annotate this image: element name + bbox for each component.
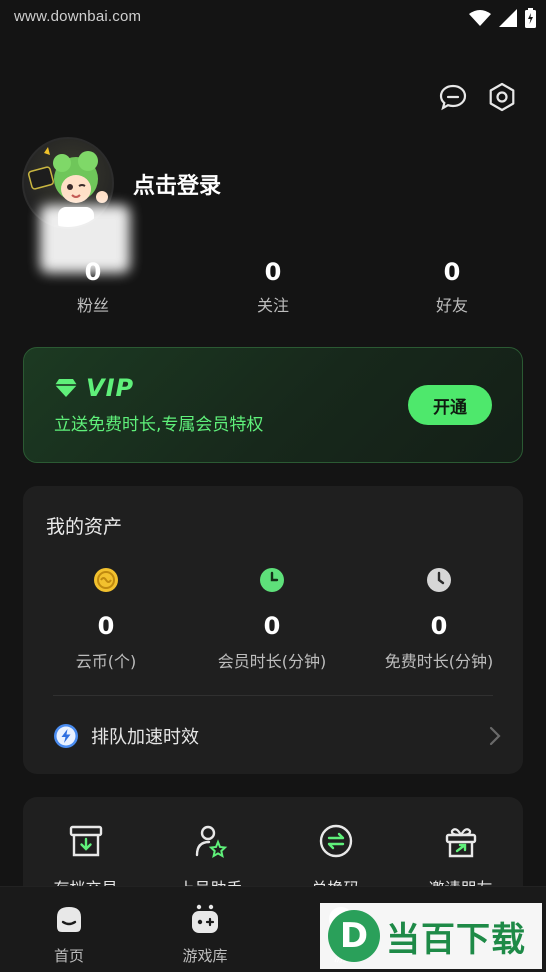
archive-trade-icon bbox=[69, 825, 102, 857]
watermark-url: www.downbai.com bbox=[14, 8, 142, 25]
asset-coins[interactable]: 0 云币(个) bbox=[23, 566, 189, 672]
nav-label: 首页 bbox=[53, 947, 84, 965]
settings-button[interactable] bbox=[485, 80, 519, 114]
stat-label: 关注 bbox=[256, 296, 289, 315]
stat-friends[interactable]: 0 好友 bbox=[392, 258, 512, 316]
chat-icon bbox=[439, 84, 467, 111]
gamepad-icon bbox=[192, 904, 218, 933]
queue-boost-label: 排队加速时效 bbox=[91, 727, 199, 748]
chevron-right-icon bbox=[489, 726, 501, 746]
clock-icon bbox=[260, 568, 284, 592]
nav-game-library[interactable]: 游戏库 bbox=[150, 903, 260, 966]
nav-label: 游戏库 bbox=[182, 947, 228, 965]
lightning-icon bbox=[54, 724, 78, 748]
assets-card: 我的资产 0 云币(个) 0 会员时长(分钟) 0 免费时长(分钟) 排队加速时… bbox=[23, 486, 523, 774]
battery-icon bbox=[525, 8, 536, 28]
login-prompt[interactable]: 点击登录 bbox=[133, 168, 221, 200]
status-bar: www.downbai.com bbox=[0, 0, 546, 36]
chat-button[interactable] bbox=[436, 80, 470, 114]
wifi-icon bbox=[469, 10, 491, 26]
asset-free-time[interactable]: 0 免费时长(分钟) bbox=[356, 566, 522, 672]
stat-fans[interactable]: 0 粉丝 bbox=[33, 258, 153, 316]
nav-home[interactable]: 首页 bbox=[14, 903, 124, 966]
settings-icon bbox=[489, 82, 515, 112]
stat-value: 0 bbox=[84, 258, 102, 286]
diamond-icon bbox=[55, 379, 77, 397]
stat-value: 0 bbox=[264, 258, 282, 286]
redeem-code-icon bbox=[319, 824, 352, 858]
asset-value: 0 bbox=[97, 612, 115, 640]
coin-icon bbox=[94, 568, 118, 592]
vip-title-text: VIP bbox=[86, 374, 135, 402]
home-icon bbox=[57, 907, 81, 932]
invite-gift-icon bbox=[445, 828, 476, 858]
queue-boost-row[interactable]: 排队加速时效 bbox=[53, 718, 501, 754]
status-icons bbox=[469, 8, 536, 28]
assets-title: 我的资产 bbox=[46, 516, 123, 538]
stat-following[interactable]: 0 关注 bbox=[213, 258, 333, 316]
vip-open-button[interactable]: 开通 bbox=[408, 385, 492, 425]
asset-value: 0 bbox=[263, 612, 281, 640]
vip-card[interactable]: VIP 立送免费时长,专属会员特权 开通 bbox=[23, 347, 523, 463]
asset-label: 免费时长(分钟) bbox=[384, 652, 494, 671]
vip-title: VIP bbox=[54, 374, 134, 402]
stat-label: 好友 bbox=[435, 296, 468, 315]
clock-grey-icon bbox=[427, 568, 451, 592]
login-assistant-icon bbox=[195, 825, 227, 859]
vip-subtitle: 立送免费时长,专属会员特权 bbox=[54, 415, 264, 435]
asset-label: 云币(个) bbox=[75, 652, 137, 671]
asset-value: 0 bbox=[430, 612, 448, 640]
asset-member-time[interactable]: 0 会员时长(分钟) bbox=[189, 566, 355, 672]
asset-label: 会员时长(分钟) bbox=[217, 652, 327, 671]
divider bbox=[53, 695, 493, 696]
signal-icon bbox=[499, 9, 517, 27]
stat-label: 粉丝 bbox=[76, 296, 109, 315]
watermark-logo-letter: D bbox=[328, 910, 380, 962]
watermark-logo-text: 当百下载 bbox=[386, 919, 526, 960]
watermark-logo: D 当百下载 bbox=[320, 903, 542, 969]
stat-value: 0 bbox=[443, 258, 461, 286]
